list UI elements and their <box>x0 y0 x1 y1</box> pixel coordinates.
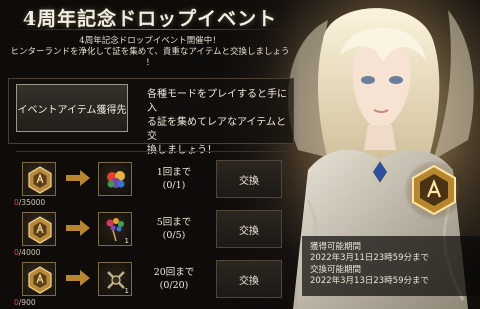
title-divider <box>12 29 288 30</box>
gold-token-icon <box>28 216 52 244</box>
token-count: 0/4000 <box>14 248 64 257</box>
exchange-row: 0/900 1 20回まで (0/20) 交換 <box>14 260 288 307</box>
limit-label: 20回まで <box>153 267 195 278</box>
event-description-line: る証を集めてレアなアイテムと交 <box>147 117 286 142</box>
reward-quantity: 1 <box>124 237 129 245</box>
token-required: /900 <box>18 298 36 307</box>
exchange-limit: 1回まで (0/1) <box>144 166 204 192</box>
exchange-row: 0/35000 1回まで (0/1) 交換 <box>14 160 288 207</box>
list-divider <box>16 151 288 152</box>
gold-token-icon <box>28 266 52 294</box>
exchange-button[interactable]: 交換 <box>216 210 282 248</box>
arrow-right-icon <box>66 170 90 186</box>
exchange-button[interactable]: 交換 <box>216 160 282 198</box>
exchange-button[interactable]: 交換 <box>216 260 282 298</box>
event-description-line: 各種モードをプレイすると手に入 <box>147 89 287 114</box>
reward-quantity: 1 <box>124 287 129 295</box>
limit-progress: (0/5) <box>162 230 186 241</box>
arrow-right-icon <box>66 270 90 286</box>
event-description: 各種モードをプレイすると手に入 る証を集めてレアなアイテムと交 換しましょう！ <box>147 88 287 158</box>
gold-token-icon <box>28 166 52 194</box>
limit-label: 1回まで <box>156 167 192 178</box>
page-title: 4周年記念ドロップイベント <box>22 8 278 30</box>
event-item-source-button[interactable]: イベントアイテム獲得先 <box>16 84 128 132</box>
exchange-limit: 5回まで (0/5) <box>144 216 204 242</box>
exchange-limit: 20回まで (0/20) <box>144 266 204 292</box>
subtitle-line: ！ <box>145 58 155 68</box>
acquire-period-value: 2022年3月11日23時59分まで <box>310 253 429 263</box>
token-count: 0/35000 <box>14 198 64 207</box>
token-slot <box>22 212 56 246</box>
reward-slot[interactable]: 1 <box>98 262 132 296</box>
token-slot <box>22 162 56 196</box>
limit-label: 5回まで <box>156 217 192 228</box>
token-required: /35000 <box>18 198 46 207</box>
event-emblem-icon <box>404 160 464 220</box>
limit-progress: (0/20) <box>159 280 189 291</box>
token-count: 0/900 <box>14 298 64 307</box>
arrow-right-icon <box>66 220 90 236</box>
period-info: 獲得可能期間 2022年3月11日23時59分まで 交換可能期間 2022年3月… <box>302 236 480 296</box>
token-required: /4000 <box>18 248 41 257</box>
reward-slot[interactable]: 1 <box>98 212 132 246</box>
event-screen: 4周年記念ドロップイベント 4周年記念ドロップイベント開催中！ ヒンターランドを… <box>0 0 480 309</box>
limit-progress: (0/1) <box>162 180 186 191</box>
exchange-row: 0/4000 1 5回まで (0/5) 交換 <box>14 210 288 257</box>
reward-slot[interactable] <box>98 162 132 196</box>
exchange-period-value: 2022年3月13日23時59分まで <box>310 276 429 286</box>
token-slot <box>22 262 56 296</box>
rainbow-gem-icon <box>107 171 125 188</box>
